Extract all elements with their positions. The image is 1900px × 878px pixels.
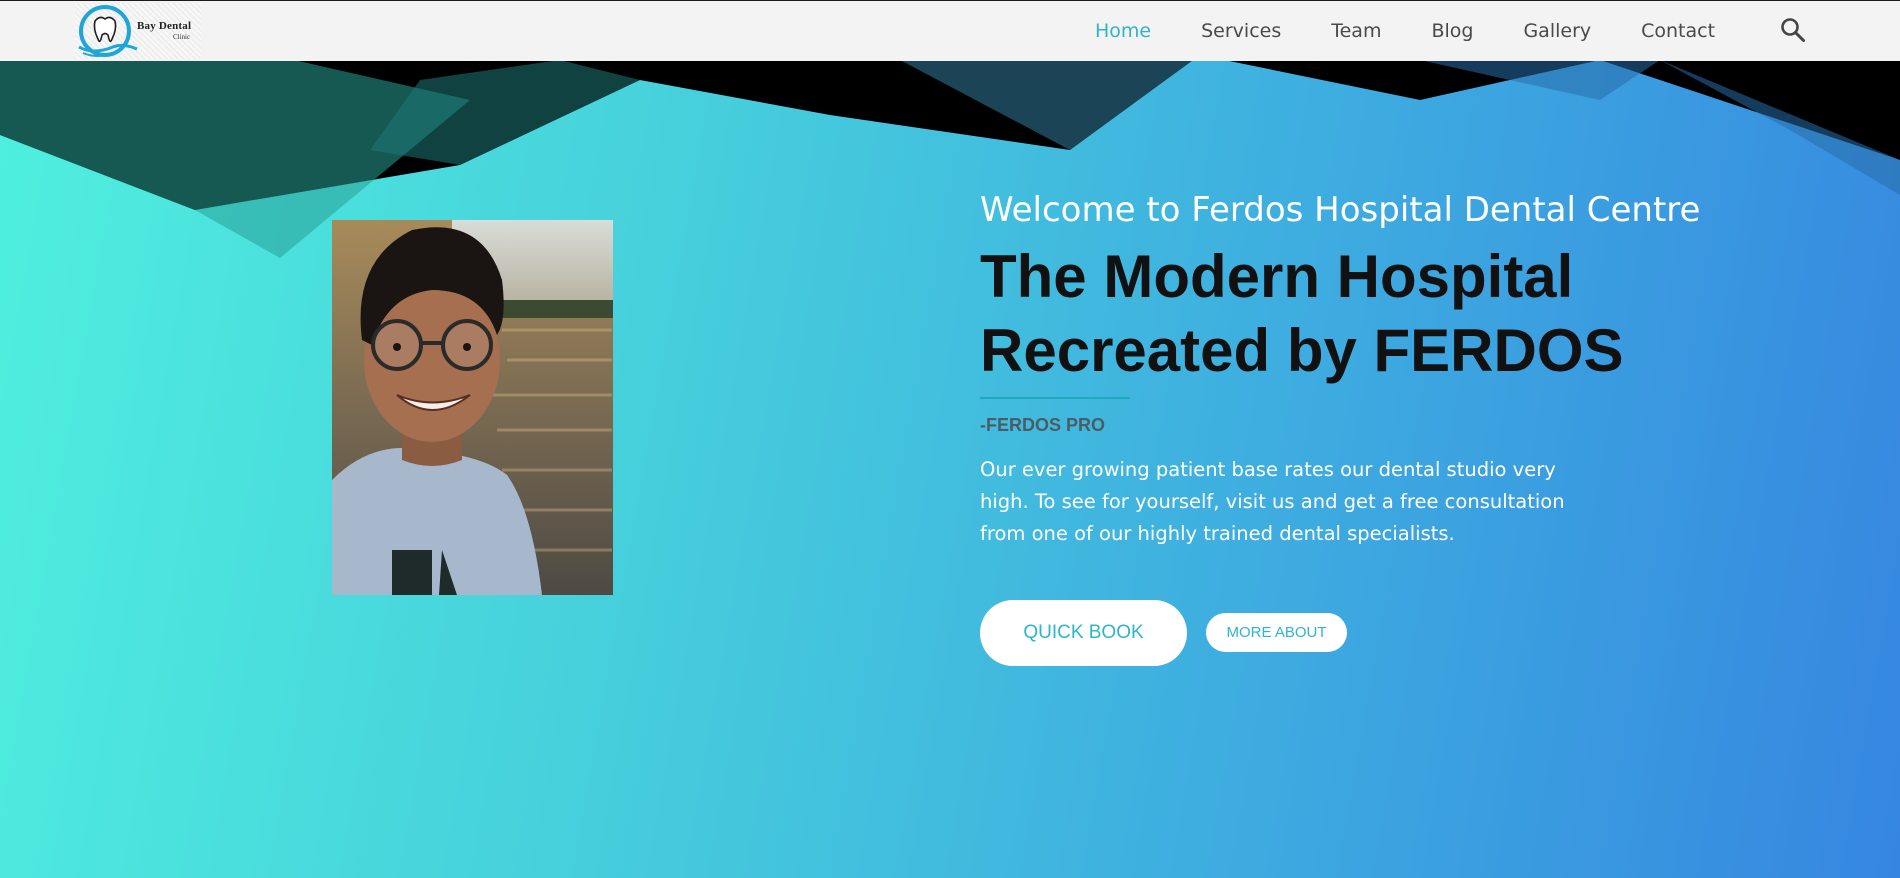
logo-text: Bay Dental <box>137 20 192 32</box>
more-about-button[interactable]: MORE ABOUT <box>1206 613 1347 652</box>
nav-item-blog[interactable]: Blog <box>1431 20 1473 42</box>
hero-headline: The Modern Hospital Recreated by FERDOS <box>980 240 1680 388</box>
logo-subtext: Clinic <box>173 33 191 41</box>
tooth-logo-icon <box>78 5 138 57</box>
byline: -FERDOS PRO <box>980 415 1106 435</box>
headline-line-1: The Modern Hospital <box>980 243 1574 310</box>
nav-item-gallery[interactable]: Gallery <box>1523 20 1591 42</box>
top-navbar: Bay Dental Clinic Home Services Team Blo… <box>0 0 1900 61</box>
accent-divider <box>980 397 1130 399</box>
hero-background-shapes <box>0 0 1900 258</box>
nav-item-team[interactable]: Team <box>1331 20 1381 42</box>
hero-section <box>0 0 1900 878</box>
nav-item-contact[interactable]: Contact <box>1641 20 1715 42</box>
search-icon[interactable] <box>1780 17 1806 43</box>
portrait-image <box>332 220 613 595</box>
nav-item-home[interactable]: Home <box>1095 20 1151 42</box>
welcome-heading: Welcome to Ferdos Hospital Dental Centre <box>980 190 1701 231</box>
brand-logo[interactable]: Bay Dental Clinic <box>75 3 201 59</box>
main-nav: Home Services Team Blog Gallery Contact <box>1095 1 1765 61</box>
quick-book-button[interactable]: QUICK BOOK <box>980 600 1187 666</box>
headline-line-2: Recreated by FERDOS <box>980 317 1624 384</box>
nav-item-services[interactable]: Services <box>1201 20 1281 42</box>
profile-photo <box>332 220 613 595</box>
hero-description: Our ever growing patient base rates our … <box>980 458 1565 545</box>
